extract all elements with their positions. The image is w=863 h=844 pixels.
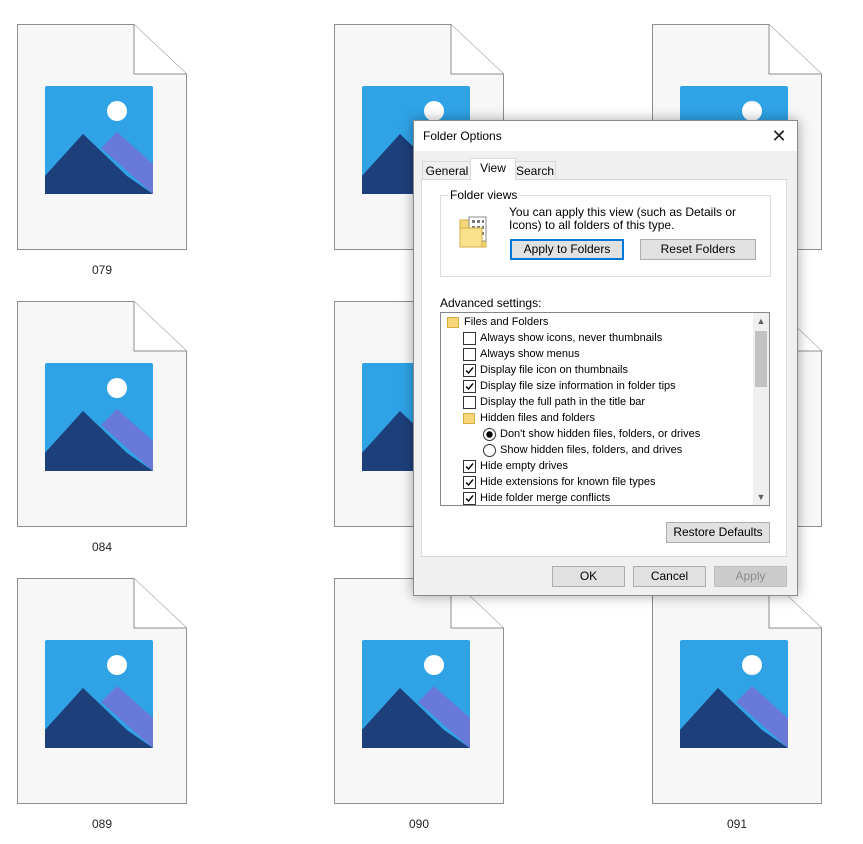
setting-label: Display file size information in folder … [480,380,676,392]
file-name: 079 [91,263,113,277]
checkbox-unchecked-icon[interactable] [463,348,476,361]
checkbox-unchecked-icon[interactable] [463,396,476,409]
checkbox-checked-icon[interactable] [463,476,476,489]
checkbox-checked-icon[interactable] [463,364,476,377]
file-item[interactable]: 091 [652,578,822,831]
file-name: 084 [91,540,113,554]
setting-label: Always show icons, never thumbnails [480,332,663,344]
close-icon[interactable]: ✕ [767,124,791,148]
setting-label: Display file icon on thumbnails [480,364,628,376]
setting-label: Show hidden files, folders, and drives [500,444,683,456]
radio-unselected-icon[interactable] [483,444,496,457]
folder-views-description: You can apply this view (such as Details… [509,205,737,232]
dialog-title: Folder Options [423,129,502,143]
file-name: 091 [726,817,748,831]
restore-defaults-button[interactable]: Restore Defaults [666,522,770,543]
setting-label: Always show menus [480,348,580,360]
checkbox-checked-icon[interactable] [463,380,476,393]
title-bar[interactable]: Folder Options ✕ [414,121,797,151]
file-item[interactable]: 084 [17,301,187,554]
reset-folders-button[interactable]: Reset Folders [640,239,756,260]
folder-view-icon [459,216,487,248]
scroll-up-icon[interactable]: ▲ [753,313,769,329]
cancel-button[interactable]: Cancel [633,566,706,587]
folder-icon [447,317,459,328]
apply-to-folders-button[interactable]: Apply to Folders [510,239,624,260]
file-name: 090 [408,817,430,831]
folder-views-group: Folder views You can apply this view (su… [440,188,771,277]
radio-selected-icon[interactable] [483,428,496,441]
folder-options-dialog: Folder Options ✕ General View Search Fol… [413,120,798,596]
setting-label: Display the full path in the title bar [480,396,646,408]
file-item[interactable]: 089 [17,578,187,831]
setting-label: Don't show hidden files, folders, or dri… [500,428,701,440]
setting-label: Hide empty drives [480,460,569,472]
scroll-down-icon[interactable]: ▼ [753,489,769,505]
checkbox-checked-icon[interactable] [463,492,476,505]
tab-view[interactable]: View [470,158,516,180]
setting-label: Hide extensions for known file types [480,476,656,488]
view-tab-panel: Folder views You can apply this view (su… [421,179,787,557]
advanced-settings-label: Advanced settings: [440,296,542,310]
setting-label: Hide folder merge conflicts [480,492,611,504]
setting-label: Files and Folders [464,316,549,328]
advanced-settings-list[interactable]: Files and Folders Always show icons, neve… [440,312,770,506]
tab-general[interactable]: General [422,161,472,180]
checkbox-unchecked-icon[interactable] [463,332,476,345]
apply-button[interactable]: Apply [714,566,787,587]
file-name: 089 [91,817,113,831]
ok-button[interactable]: OK [552,566,625,587]
setting-label: Hidden files and folders [480,412,595,424]
tab-search[interactable]: Search [514,161,556,180]
file-item[interactable]: 079 [17,24,187,277]
file-item[interactable]: 090 [334,578,504,831]
vertical-scrollbar[interactable]: ▲ ▼ [753,313,769,505]
checkbox-checked-icon[interactable] [463,460,476,473]
scrollbar-thumb[interactable] [755,331,767,387]
folder-icon [463,413,475,424]
folder-views-label: Folder views [448,188,520,202]
